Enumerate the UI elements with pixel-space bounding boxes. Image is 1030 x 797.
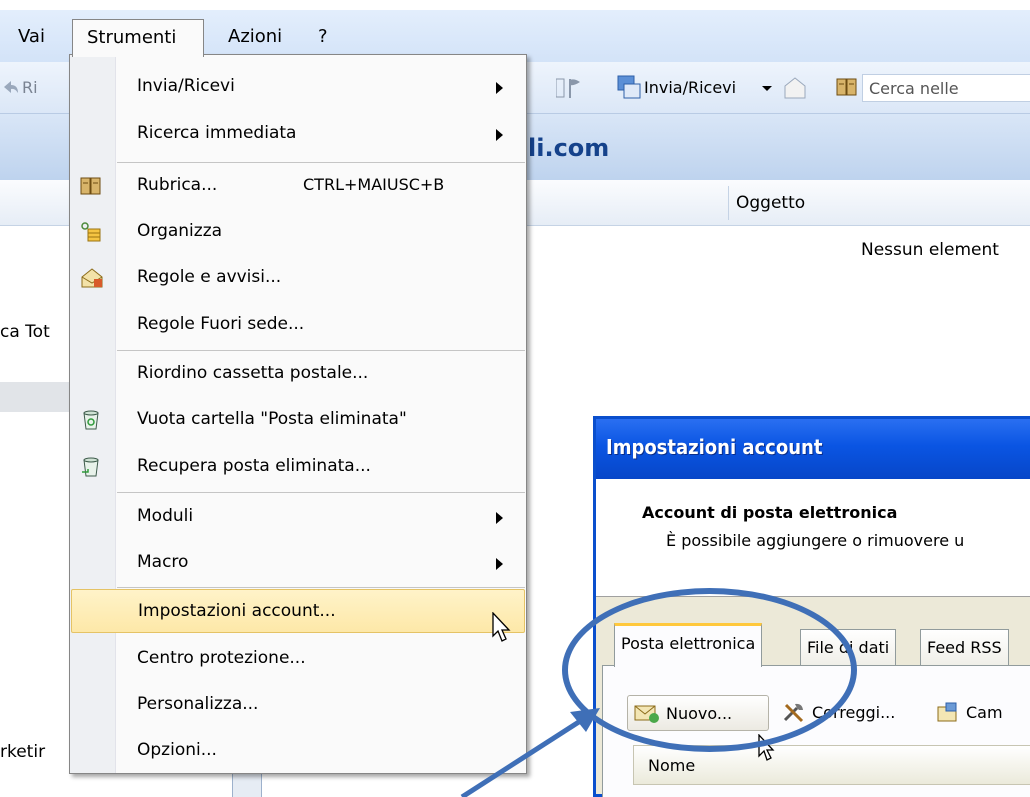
menu-item-rules[interactable]: Regole e avvisi... bbox=[71, 256, 525, 300]
menu-separator bbox=[117, 492, 525, 493]
menu-separator bbox=[117, 587, 525, 588]
menu-item-forms[interactable]: Moduli bbox=[71, 495, 525, 539]
menu-azioni[interactable]: Azioni bbox=[228, 26, 282, 47]
change-button[interactable]: Cam bbox=[936, 695, 1030, 731]
address-book-icon bbox=[80, 175, 102, 197]
dialog-title: Impostazioni account bbox=[606, 435, 823, 459]
menu-item-label: Vuota cartella "Posta eliminata" bbox=[137, 409, 407, 429]
left-pane-text[interactable]: ca Tot bbox=[0, 322, 50, 342]
menu-strumenti-label: Strumenti bbox=[87, 27, 177, 48]
dialog-description: È possibile aggiungere o rimuovere u bbox=[666, 531, 965, 550]
menu-item-label: Riordino cassetta postale... bbox=[137, 363, 369, 383]
empty-trash-icon bbox=[80, 409, 102, 431]
submenu-arrow-icon bbox=[496, 512, 503, 524]
menu-item-mailbox-cleanup[interactable]: Riordino cassetta postale... bbox=[71, 352, 525, 396]
menu-item-label: Regole Fuori sede... bbox=[137, 314, 305, 334]
organize-icon bbox=[80, 221, 102, 243]
change-label: Cam bbox=[966, 703, 1003, 722]
recover-trash-icon bbox=[80, 456, 102, 478]
menu-item-label: Rubrica... bbox=[137, 175, 218, 195]
column-subject[interactable]: Oggetto bbox=[736, 193, 805, 213]
menu-item-label: Moduli bbox=[137, 506, 194, 526]
menu-separator bbox=[117, 162, 525, 163]
send-receive-button[interactable]: Invia/Ricevi bbox=[644, 78, 736, 97]
menu-item-send-receive[interactable]: Invia/Ricevi bbox=[71, 65, 525, 109]
submenu-arrow-icon bbox=[496, 129, 503, 141]
change-icon bbox=[936, 701, 960, 727]
menu-item-label: Centro protezione... bbox=[137, 648, 306, 668]
menu-item-macro[interactable]: Macro bbox=[71, 541, 525, 585]
menu-item-label: Regole e avvisi... bbox=[137, 267, 282, 287]
menu-item-label: Invia/Ricevi bbox=[137, 76, 235, 96]
menu-item-label: Organizza bbox=[137, 221, 223, 241]
menu-item-organize[interactable]: Organizza bbox=[71, 210, 525, 254]
dialog-heading: Account di posta elettronica bbox=[642, 503, 898, 522]
menu-strumenti[interactable]: Strumenti bbox=[72, 19, 204, 57]
menu-vai[interactable]: Vai bbox=[18, 26, 45, 47]
column-divider bbox=[728, 186, 729, 220]
tools-menu: Invia/Ricevi Ricerca immediata Rubrica..… bbox=[69, 54, 527, 774]
menu-item-instant-search[interactable]: Ricerca immediata bbox=[71, 112, 525, 156]
search-input[interactable]: Cerca nelle bbox=[862, 74, 1030, 102]
menu-item-label: Macro bbox=[137, 552, 189, 572]
left-pane-text-marketing[interactable]: rketir bbox=[0, 742, 45, 762]
reply-icon[interactable] bbox=[2, 78, 20, 96]
annotation-arrow-icon bbox=[420, 690, 620, 797]
menu-item-label: Opzioni... bbox=[137, 740, 217, 760]
tab-rss-feeds[interactable]: Feed RSS bbox=[920, 629, 1009, 665]
tab-label: Posta elettronica bbox=[621, 634, 756, 653]
chevron-down-icon[interactable] bbox=[762, 86, 772, 91]
menu-item-label: Recupera posta eliminata... bbox=[137, 456, 371, 476]
dialog-titlebar[interactable]: Impostazioni account bbox=[596, 419, 1030, 479]
menu-item-empty-deleted[interactable]: Vuota cartella "Posta eliminata" bbox=[71, 398, 525, 442]
menu-help[interactable]: ? bbox=[318, 26, 328, 47]
menu-item-label: Impostazioni account... bbox=[138, 601, 336, 621]
send-receive-icon[interactable] bbox=[616, 74, 642, 105]
column-name: Nome bbox=[648, 756, 696, 775]
account-title: li.com bbox=[528, 134, 610, 162]
menu-item-shortcut: CTRL+MAIUSC+B bbox=[303, 175, 445, 194]
menu-separator bbox=[117, 350, 525, 351]
submenu-arrow-icon bbox=[496, 82, 503, 94]
empty-list-message: Nessun element bbox=[861, 240, 999, 260]
flag-icon[interactable] bbox=[555, 76, 582, 105]
address-book-toolbar-icon[interactable] bbox=[836, 76, 858, 103]
menu-item-recover-deleted[interactable]: Recupera posta eliminata... bbox=[71, 445, 525, 489]
menu-item-account-settings[interactable]: Impostazioni account... bbox=[71, 589, 525, 633]
menu-item-out-of-office[interactable]: Regole Fuori sede... bbox=[71, 303, 525, 347]
menu-item-trust-center[interactable]: Centro protezione... bbox=[71, 637, 525, 681]
tab-label: Feed RSS bbox=[927, 638, 1002, 657]
menu-item-label: Ricerca immediata bbox=[137, 123, 297, 143]
rules-icon bbox=[80, 267, 103, 289]
search-placeholder: Cerca nelle bbox=[869, 79, 959, 98]
menu-item-address-book[interactable]: Rubrica... CTRL+MAIUSC+B bbox=[71, 164, 525, 208]
mouse-cursor-icon bbox=[492, 611, 514, 649]
reply-label[interactable]: Ri bbox=[22, 78, 38, 97]
submenu-arrow-icon bbox=[496, 558, 503, 570]
menu-item-label: Personalizza... bbox=[137, 694, 259, 714]
tab-email[interactable]: Posta elettronica bbox=[614, 623, 763, 667]
envelope-icon[interactable] bbox=[782, 76, 808, 105]
